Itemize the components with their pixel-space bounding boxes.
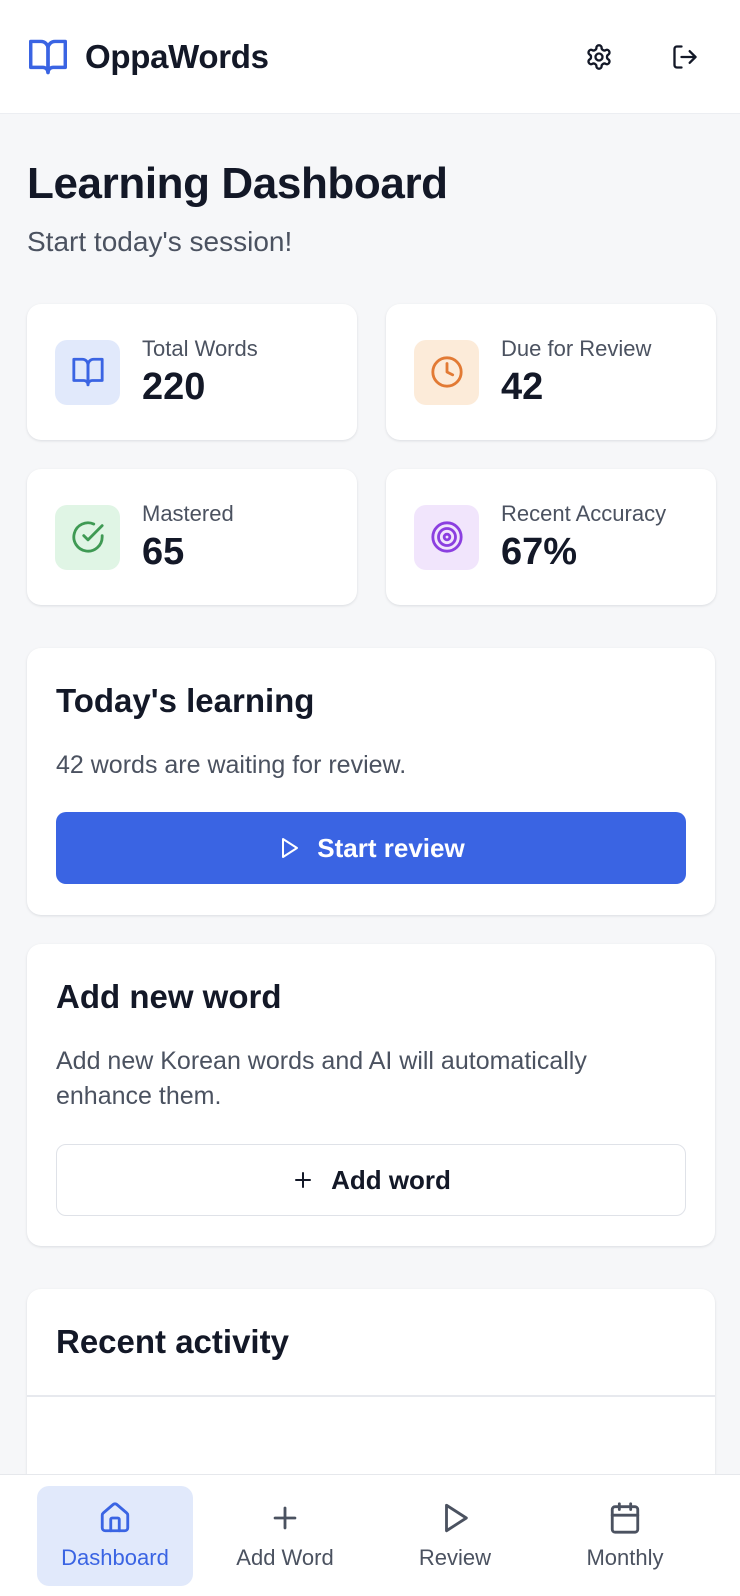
home-icon <box>100 1501 130 1532</box>
nav-label: Monthly <box>586 1544 664 1570</box>
calendar-icon <box>610 1501 640 1534</box>
start-review-button[interactable]: Start review <box>56 812 686 885</box>
stat-card-mastered: Mastered 65 <box>27 469 357 606</box>
settings-button[interactable] <box>579 37 619 77</box>
clock-icon <box>414 339 479 405</box>
nav-item-add-word[interactable]: Add Word <box>207 1486 363 1586</box>
stat-label: Due for Review <box>501 335 652 361</box>
stat-label: Recent Accuracy <box>501 500 667 526</box>
nav-item-review[interactable]: Review <box>377 1486 533 1586</box>
card-text: Add new Korean words and AI will automat… <box>56 1047 587 1111</box>
button-label: Start review <box>317 832 465 863</box>
nav-label: Review <box>418 1544 492 1570</box>
stat-label: Mastered <box>142 500 234 526</box>
nav-label: Add Word <box>236 1544 334 1570</box>
play-icon <box>282 838 299 859</box>
card-title: Recent activity <box>56 1323 289 1361</box>
play-icon <box>445 1503 468 1532</box>
plus-icon <box>273 1506 297 1529</box>
stat-label: Total Words <box>142 335 258 361</box>
stats-grid: Total Words 220 Due for Review 42 Master… <box>27 304 716 606</box>
stat-card-recent-accuracy: Recent Accuracy 67% <box>386 469 716 606</box>
stat-value: 65 <box>142 530 185 573</box>
main-content: Learning Dashboard Start today's session… <box>27 114 716 1490</box>
card-title: Today's learning <box>56 682 315 720</box>
add-word-button[interactable]: Add word <box>56 1144 686 1217</box>
gear-icon <box>587 43 611 70</box>
stat-value: 67% <box>501 530 578 573</box>
stat-value: 220 <box>142 365 206 408</box>
nav-item-monthly[interactable]: Monthly <box>547 1486 703 1586</box>
target-icon <box>414 504 479 570</box>
stat-card-due-for-review: Due for Review 42 <box>386 304 716 441</box>
book-open-icon <box>27 36 69 78</box>
plus-icon <box>295 1172 312 1189</box>
todays-learning-card: Today's learning 42 words are waiting fo… <box>27 648 715 916</box>
app-header: OppaWords <box>0 0 740 114</box>
logout-button[interactable] <box>665 37 705 77</box>
card-text: 42 words are waiting for review. <box>56 751 407 780</box>
card-header: Recent activity <box>27 1289 715 1398</box>
book-open-icon <box>55 339 120 405</box>
button-label: Add word <box>331 1164 451 1195</box>
page-title: Learning Dashboard <box>27 159 448 208</box>
nav-item-dashboard[interactable]: Dashboard <box>37 1485 193 1586</box>
add-new-word-card: Add new word Add new Korean words and AI… <box>27 944 715 1247</box>
card-title: Add new word <box>56 978 282 1016</box>
app-name: OppaWords <box>85 37 269 75</box>
logout-icon <box>673 44 697 69</box>
brand[interactable]: OppaWords <box>27 36 269 78</box>
check-circle-icon <box>55 504 120 570</box>
bottom-nav: Dashboard Add Word Review Monthly <box>0 1474 740 1596</box>
nav-label: Dashboard <box>61 1544 169 1570</box>
page-subtitle: Start today's session! <box>27 226 293 258</box>
stat-value: 42 <box>501 365 544 408</box>
stat-card-total-words: Total Words 220 <box>27 304 357 441</box>
recent-activity-card: Recent activity <box>27 1289 715 1490</box>
